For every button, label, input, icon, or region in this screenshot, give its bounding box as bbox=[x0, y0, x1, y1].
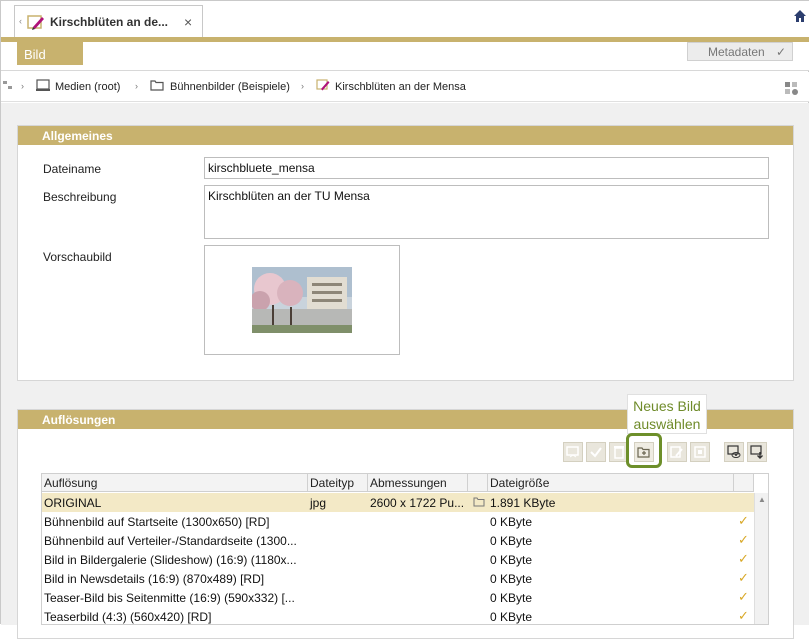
cell-filesize: 0 KByte bbox=[490, 610, 533, 624]
highlight-ring bbox=[626, 433, 662, 468]
filename-input[interactable] bbox=[204, 157, 769, 179]
breadcrumb-item-folder[interactable]: Bühnenbilder (Beispiele) bbox=[170, 81, 290, 93]
download-button[interactable] bbox=[747, 442, 767, 462]
apply-button[interactable] bbox=[586, 442, 606, 462]
cell-filesize: 1.891 KByte bbox=[490, 496, 556, 510]
preview-label: Vorschaubild bbox=[43, 250, 112, 264]
metadata-button[interactable]: Metadaten ✓ bbox=[687, 42, 793, 61]
column-header-dimensions[interactable]: Abmessungen bbox=[368, 474, 468, 492]
preview-eye-icon bbox=[727, 445, 741, 458]
preview-thumbnail bbox=[252, 267, 352, 333]
check-icon bbox=[590, 447, 602, 458]
cell-resolution: Bild in Newsdetails (16:9) (870x489) [RD… bbox=[44, 572, 265, 586]
status-check-icon: ✓ bbox=[738, 589, 749, 604]
document-tab[interactable]: ‹ Kirschblüten an de... × bbox=[14, 5, 203, 38]
image-edit-icon bbox=[316, 79, 330, 91]
table-row[interactable]: Teaserbild (4:3) (560x420) [RD] 0 KByte … bbox=[42, 607, 754, 624]
table-scrollbar[interactable]: ▲ bbox=[754, 493, 768, 624]
editor-window: ‹ Kirschblüten an de... × Bild Metadaten… bbox=[0, 0, 809, 639]
table-row[interactable]: Bühnenbild auf Verteiler-/Standardseite … bbox=[42, 531, 754, 550]
breadcrumb: › Medien (root) › Bühnenbilder (Beispiel… bbox=[1, 72, 809, 102]
cell-resolution: Teaserbild (4:3) (560x420) [RD] bbox=[44, 610, 212, 624]
breadcrumb-item-current: Kirschblüten an der Mensa bbox=[335, 81, 466, 93]
folder-icon bbox=[150, 80, 164, 91]
column-header-action bbox=[468, 474, 488, 492]
add-frame-icon bbox=[566, 446, 579, 458]
filename-label: Dateiname bbox=[43, 162, 102, 176]
tree-toggle-icon[interactable] bbox=[3, 79, 13, 91]
cell-filesize: 0 KByte bbox=[490, 515, 533, 529]
cell-resolution: Bühnenbild auf Startseite (1300x650) [RD… bbox=[44, 515, 270, 529]
tab-bild[interactable]: Bild bbox=[17, 42, 83, 65]
breadcrumb-separator: › bbox=[135, 81, 138, 91]
column-header-resolution[interactable]: Auflösung bbox=[42, 474, 308, 492]
breadcrumb-separator: › bbox=[301, 81, 304, 91]
cell-filesize: 0 KByte bbox=[490, 591, 533, 605]
cell-dimensions: 2600 x 1722 Pu... bbox=[370, 496, 465, 510]
tooltip-choose-new-image: Neues Bild auswählen bbox=[627, 394, 707, 434]
image-edit-icon bbox=[27, 15, 44, 30]
tab-title: Kirschblüten an de... bbox=[50, 15, 169, 29]
cell-filesize: 0 KByte bbox=[490, 553, 533, 567]
description-textarea[interactable]: Kirschblüten an der TU Mensa bbox=[204, 185, 769, 239]
column-header-filesize[interactable]: Dateigröße bbox=[488, 474, 734, 492]
edit-icon bbox=[670, 446, 683, 458]
media-root-icon bbox=[36, 79, 50, 91]
edit-resolution-button[interactable] bbox=[667, 442, 687, 462]
tab-close-icon[interactable]: × bbox=[184, 14, 192, 30]
tab-scroll-left-icon[interactable]: ‹ bbox=[19, 16, 22, 26]
folder-open-icon[interactable] bbox=[473, 497, 485, 507]
resolutions-table: Auflösung Dateityp Abmessungen Dateigröß… bbox=[41, 473, 769, 625]
description-label: Beschreibung bbox=[43, 190, 117, 204]
cell-resolution: Bild in Bildergalerie (Slideshow) (16:9)… bbox=[44, 553, 297, 567]
column-header-status bbox=[734, 474, 754, 492]
status-check-icon: ✓ bbox=[738, 532, 749, 547]
tab-strip: ‹ Kirschblüten an de... × bbox=[1, 1, 809, 38]
cell-resolution: Teaser-Bild bis Seitenmitte (16:9) (590x… bbox=[44, 591, 295, 605]
tooltip-line-2: auswählen bbox=[633, 416, 701, 432]
crop-button[interactable] bbox=[690, 442, 710, 462]
scroll-up-icon[interactable]: ▲ bbox=[758, 495, 766, 504]
view-bar: Bild Metadaten ✓ bbox=[1, 42, 809, 71]
home-icon[interactable] bbox=[793, 9, 807, 23]
status-check-icon: ✓ bbox=[738, 570, 749, 585]
settings-icon[interactable] bbox=[784, 81, 799, 96]
table-row[interactable]: Teaser-Bild bis Seitenmitte (16:9) (590x… bbox=[42, 588, 754, 607]
breadcrumb-item-media-root[interactable]: Medien (root) bbox=[55, 81, 120, 93]
table-row[interactable]: Bild in Newsdetails (16:9) (870x489) [RD… bbox=[42, 569, 754, 588]
cell-resolution: Bühnenbild auf Verteiler-/Standardseite … bbox=[44, 534, 297, 548]
cell-filesize: 0 KByte bbox=[490, 534, 533, 548]
preview-image-frame[interactable] bbox=[204, 245, 400, 355]
panel-title-general: Allgemeines bbox=[18, 126, 793, 145]
table-row[interactable]: ORIGINAL jpg 2600 x 1722 Pu... 1.891 KBy… bbox=[42, 493, 754, 512]
tooltip-line-1: Neues Bild bbox=[633, 398, 701, 414]
cell-resolution: ORIGINAL bbox=[44, 496, 102, 510]
column-header-filetype[interactable]: Dateityp bbox=[308, 474, 368, 492]
table-row[interactable]: Bühnenbild auf Startseite (1300x650) [RD… bbox=[42, 512, 754, 531]
status-check-icon: ✓ bbox=[738, 551, 749, 566]
cell-filetype: jpg bbox=[310, 496, 327, 510]
breadcrumb-separator: › bbox=[21, 81, 24, 91]
metadata-label: Metadaten bbox=[708, 45, 765, 59]
trash-icon bbox=[614, 446, 624, 459]
crop-icon bbox=[694, 446, 706, 458]
check-circle-icon: ✓ bbox=[775, 45, 786, 59]
status-check-icon: ✓ bbox=[738, 513, 749, 528]
status-check-icon: ✓ bbox=[738, 608, 749, 623]
download-icon bbox=[750, 445, 763, 459]
table-row[interactable]: Bild in Bildergalerie (Slideshow) (16:9)… bbox=[42, 550, 754, 569]
add-resolution-button[interactable] bbox=[563, 442, 583, 462]
preview-button[interactable] bbox=[724, 442, 744, 462]
cell-filesize: 0 KByte bbox=[490, 572, 533, 586]
